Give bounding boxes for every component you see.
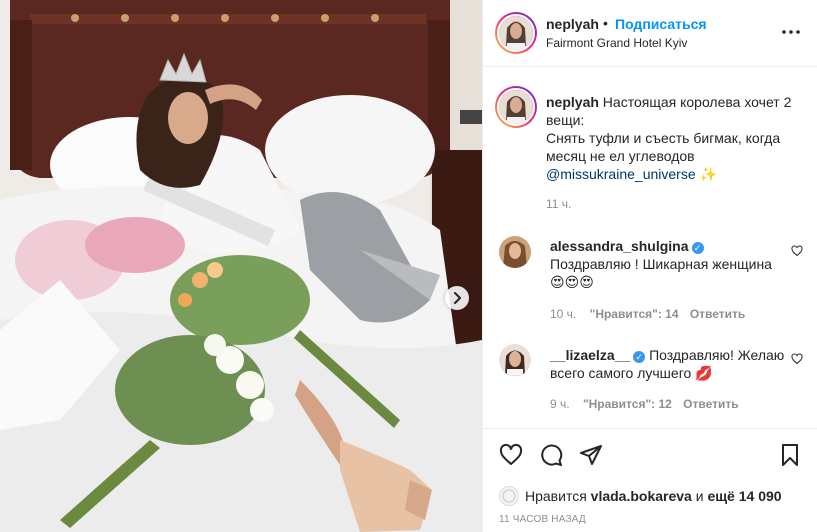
more-horizontal-icon[interactable] <box>780 24 802 40</box>
sparkles-emoji: ✨ <box>699 166 717 182</box>
caption-text-line-3: Снять туфли и съесть бигмак, когда <box>546 130 781 146</box>
verified-badge-icon: ✓ <box>633 351 646 363</box>
post-caption: neplyah Настоящая королева хочет 2 вещи:… <box>546 93 796 211</box>
likes-conjunction: и <box>695 488 704 504</box>
caption-mention-link[interactable]: @missukraine_universe <box>546 166 696 182</box>
comment-text-line-2: всего самого лучшего <box>550 365 692 381</box>
comment-icon[interactable] <box>539 443 563 467</box>
chevron-right-icon <box>454 292 461 304</box>
post-action-bar <box>483 428 817 478</box>
comment-avatar[interactable] <box>499 344 531 376</box>
author-avatar[interactable] <box>495 12 537 54</box>
follow-button[interactable]: Подписаться <box>615 16 707 32</box>
liker-username[interactable]: vlada.bokareva <box>591 488 692 504</box>
post-photo[interactable] <box>0 0 482 532</box>
separator-dot: • <box>603 15 608 31</box>
verified-badge-icon: ✓ <box>691 242 704 254</box>
avatar-image <box>499 344 531 376</box>
post-header: neplyah • Подписаться Fairmont Grand Hot… <box>483 0 817 67</box>
bookmark-icon[interactable] <box>778 443 802 467</box>
paper-plane-icon[interactable] <box>579 443 603 467</box>
avatar-image <box>500 487 518 505</box>
comment-time[interactable]: 9 ч. <box>550 397 570 411</box>
caption-text-line-1: Настоящая королева хочет 2 <box>602 94 792 110</box>
likes-count[interactable]: ещё 14 090 <box>707 488 781 504</box>
heart-icon[interactable] <box>499 443 523 467</box>
caption-text-line-2: вещи: <box>546 112 585 128</box>
caption-text-line-4: месяц не ел углеводов <box>546 148 695 164</box>
comment-emoji: 💋 <box>695 365 713 381</box>
comment-2: __lizaelza__ ✓ Поздравляю! Желаю всего са… <box>550 346 790 382</box>
comment-username[interactable]: alessandra_shulgina <box>550 238 689 254</box>
comment-likes-count[interactable]: "Нравится": 14 <box>590 307 679 321</box>
comment-text: Поздравляю ! Шикарная женщина <box>550 256 772 272</box>
likes-prefix: Нравится <box>525 488 587 504</box>
comment-2-meta: 9 ч. "Нравится": 12 Ответить <box>550 397 739 411</box>
comment-likes-count[interactable]: "Нравится": 12 <box>583 397 672 411</box>
author-username[interactable]: neplyah <box>546 16 599 32</box>
avatar-image <box>499 236 531 268</box>
post-side-panel: neplyah • Подписаться Fairmont Grand Hot… <box>482 0 817 532</box>
post-image <box>0 0 482 532</box>
comment-text-line-1: Поздравляю! Желаю <box>649 347 785 363</box>
caption-username[interactable]: neplyah <box>546 94 599 110</box>
avatar-image <box>499 90 533 124</box>
comment-avatar[interactable] <box>499 236 531 268</box>
reply-button[interactable]: Ответить <box>690 307 745 321</box>
comment-like-heart-icon[interactable] <box>791 245 803 257</box>
comment-username[interactable]: __lizaelza__ <box>550 347 630 363</box>
comment-like-heart-icon[interactable] <box>791 353 803 365</box>
avatar-image <box>499 16 533 50</box>
likes-summary: Нравится vlada.bokareva и ещё 14 090 <box>499 486 782 506</box>
comment-1-meta: 10 ч. "Нравится": 14 Ответить <box>550 307 745 321</box>
comment-time[interactable]: 10 ч. <box>550 307 576 321</box>
post-location[interactable]: Fairmont Grand Hotel Kyiv <box>546 36 687 50</box>
liker-avatar[interactable] <box>499 486 519 506</box>
post-timestamp[interactable]: 11 часов назад <box>499 514 586 525</box>
reply-button[interactable]: Ответить <box>683 397 738 411</box>
caption-time[interactable]: 11 ч. <box>546 197 796 211</box>
caption-avatar[interactable] <box>495 86 537 128</box>
comment-emoji: 😍😍😍 <box>550 274 594 290</box>
comment-1: alessandra_shulgina ✓ Поздравляю ! Шикарн… <box>550 237 790 291</box>
next-photo-button[interactable] <box>445 286 469 310</box>
